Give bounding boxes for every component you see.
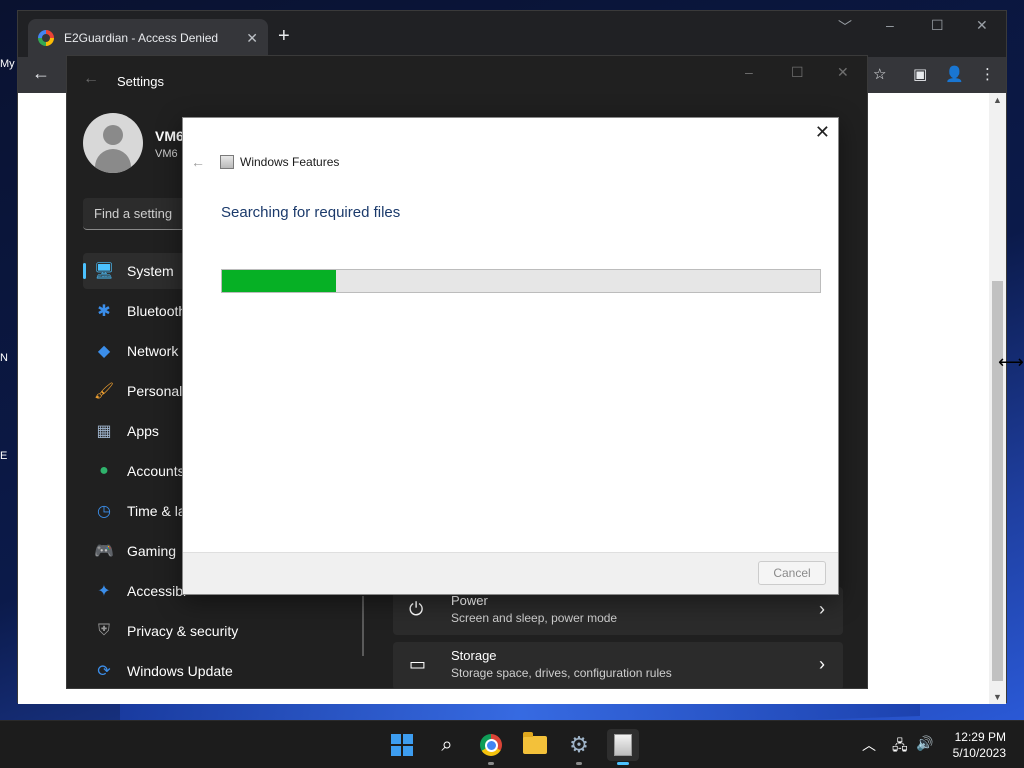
sidebar-item-label: System [127,263,174,279]
sidebar-item-privacy-security[interactable]: ⛨ Privacy & security [83,613,343,649]
avatar-body [95,149,131,173]
accessibility-icon: ✦ [97,583,111,600]
avatar[interactable] [83,113,143,173]
dialog-footer: Cancel [183,552,838,594]
resize-cursor-icon: ⟷ [998,352,1024,372]
tray-chevron-icon[interactable]: ︿ [862,735,876,755]
volume-icon[interactable]: 🔊 [916,735,933,752]
google-favicon-icon [38,30,54,46]
chrome-tab[interactable]: E2Guardian - Access Denied ✕ [28,19,268,57]
person-icon: ● [99,462,109,479]
search-button[interactable]: ⌕ [431,729,463,761]
gear-icon: ⚙ [569,732,589,757]
chrome-tab-title: E2Guardian - Access Denied [64,31,219,45]
running-indicator [576,762,582,765]
brush-icon: 🖌 [93,383,115,400]
start-button[interactable] [386,729,418,761]
dialog-close-button[interactable]: ✕ [815,122,830,143]
chrome-minimize-button[interactable]: – [886,17,894,33]
cancel-button[interactable]: Cancel [758,561,826,585]
tab-search-icon[interactable]: ﹀ [838,17,852,37]
gamepad-icon: 🎮 [94,543,114,560]
sidebar-item-label: Accounts [127,463,185,479]
file-explorer-button[interactable] [519,729,551,761]
monitor-icon: 🖥 [93,263,115,280]
windows-features-icon [220,155,234,169]
apps-icon: ▦ [96,423,112,440]
running-indicator [488,762,494,765]
scroll-down-icon[interactable]: ▼ [993,692,1002,702]
sidebar-item-label: Personali [127,383,186,399]
wifi-icon: ◆ [97,343,111,360]
network-icon[interactable]: 🖧 [892,735,908,759]
chrome-back-icon[interactable]: ← [32,63,50,84]
settings-taskbar-button[interactable]: ⚙ [563,729,595,765]
taskbar: ⌕ ⚙ ︿ 🖧 🔊 12:29 PM 5/10/2023 [0,720,1024,768]
card-subtitle: Storage space, drives, configuration rul… [451,666,672,680]
storage-icon: ▭ [409,654,427,674]
nav-scroll-indicator [362,596,364,656]
dialog-heading: Searching for required files [221,204,401,221]
progress-bar [221,269,821,293]
dialog-title: Windows Features [240,155,340,169]
folder-icon [523,732,547,754]
page-scrollbar[interactable]: ▲ ▼ [989,93,1006,704]
windows-logo-icon [391,734,413,756]
profile-icon[interactable]: 👤 [945,65,964,83]
windows-features-dialog: ✕ ← Windows Features Searching for requi… [182,117,839,595]
chrome-close-button[interactable]: ✕ [976,17,988,34]
card-subtitle: Screen and sleep, power mode [451,611,618,625]
sidebar-item-label: Bluetooth [127,303,187,319]
tab-close-icon[interactable]: ✕ [246,30,258,47]
settings-title: Settings [117,74,164,89]
sidebar-item-label: Windows Update [127,663,233,679]
clock-date: 5/10/2023 [952,746,1006,760]
chevron-right-icon: › [819,599,825,619]
settings-maximize-button[interactable]: ☐ [791,64,804,81]
clock-icon: ◷ [97,503,111,520]
chrome-tab-bar: E2Guardian - Access Denied ✕ + ﹀ – ☐ ✕ [18,11,1006,57]
user-subtitle: VM6 [155,148,178,160]
sidebar-item-label: Time & la [127,503,186,519]
chrome-maximize-button[interactable]: ☐ [931,17,944,34]
shield-icon: ⛨ [97,622,110,639]
side-panel-icon[interactable]: ▣ [913,65,927,83]
sidebar-item-label: Privacy & security [127,623,239,639]
progress-fill [222,270,336,292]
windows-features-icon [614,734,632,756]
new-tab-button[interactable]: + [278,25,290,48]
windows-features-taskbar-button[interactable] [607,729,639,765]
avatar-head [103,125,123,145]
clock-time: 12:29 PM [954,730,1006,744]
update-icon: ⟳ [97,663,111,680]
sidebar-item-label: Gaming [127,543,177,559]
dialog-back-icon: ← [191,154,205,170]
settings-minimize-button[interactable]: – [745,64,753,80]
bluetooth-icon: ✱ [97,303,111,320]
sidebar-item-label: Network [127,343,179,359]
chrome-menu-icon[interactable]: ⋮ [980,65,995,83]
sidebar-item-label: Apps [127,423,159,439]
card-title: Power [451,593,488,608]
active-indicator [617,762,629,765]
settings-close-button[interactable]: ✕ [837,64,849,81]
scroll-up-icon[interactable]: ▲ [993,95,1002,105]
settings-back-icon[interactable]: ← [83,70,99,88]
sidebar-item-label: Accessibi [127,583,187,599]
chrome-taskbar-button[interactable] [475,729,507,765]
scrollbar-thumb[interactable] [992,281,1003,681]
search-icon: ⌕ [441,733,453,756]
bookmark-star-icon[interactable]: ☆ [873,65,886,83]
card-title: Storage [451,648,497,663]
chevron-right-icon: › [819,654,825,674]
power-icon: ⏻ [409,599,424,619]
chrome-icon [480,734,502,756]
user-name: VM6 [155,128,184,144]
system-clock[interactable]: 12:29 PM 5/10/2023 [953,729,1006,761]
sidebar-item-windows-update[interactable]: ⟳ Windows Update [83,653,343,688]
storage-card[interactable]: ▭ Storage Storage space, drives, configu… [393,642,843,688]
